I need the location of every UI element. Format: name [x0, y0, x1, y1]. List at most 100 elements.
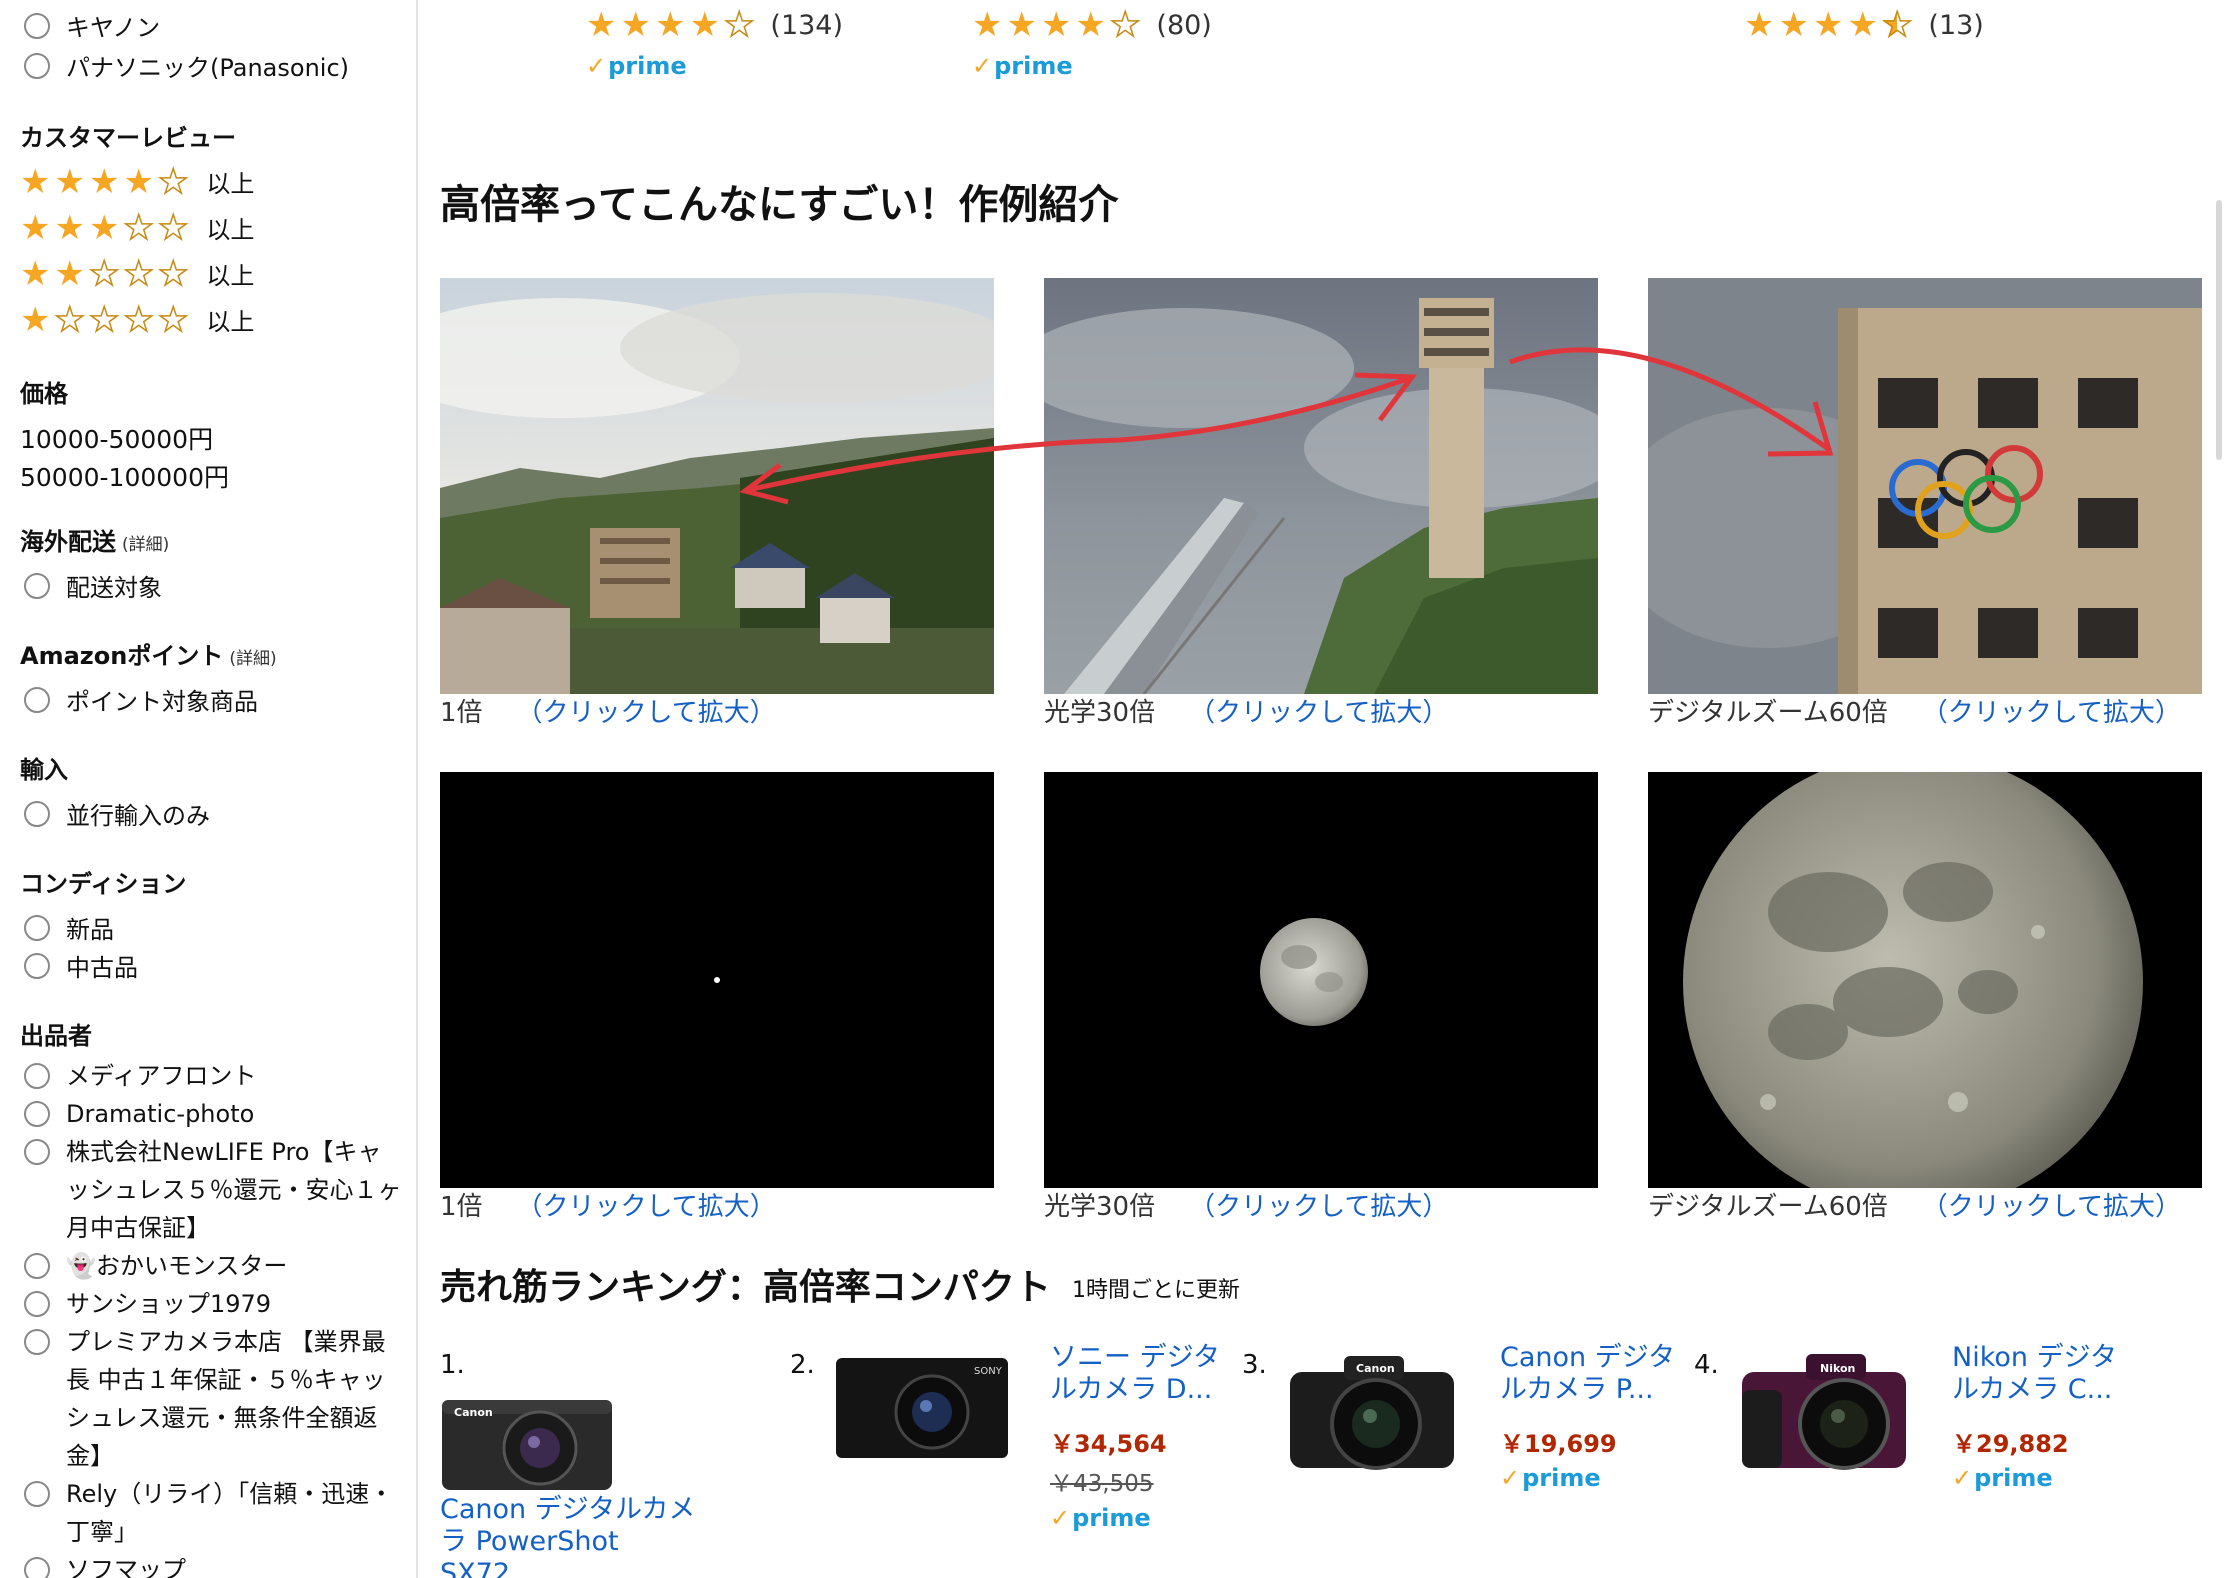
filter-condition-used[interactable]: 中古品: [24, 948, 138, 983]
product-rating[interactable]: ★ ★ ★ ★ ★ (134): [586, 5, 843, 45]
product-title-link[interactable]: Nikon デジタルカメラ C...: [1952, 1342, 2132, 1406]
filter-seller[interactable]: メディアフロント: [24, 1057, 404, 1095]
product-rating[interactable]: ★ ★ ★ ★ ★ (80): [972, 7, 1212, 43]
star-rating-icon: ★ ★ ★ ★ ★: [20, 207, 189, 248]
checkbox-icon[interactable]: [24, 800, 50, 827]
zoom-arrow-overlay: [739, 347, 1834, 505]
seller-heading: 出品者: [20, 1022, 92, 1050]
product-thumbnail[interactable]: SONY: [834, 1354, 1010, 1462]
product-price: ￥29,882: [1952, 1430, 2069, 1458]
prime-badge: ✓prime: [1500, 1464, 1601, 1492]
rating-filter-2[interactable]: ★ ★ ★ ★ ★ 以上: [20, 256, 255, 292]
check-icon: ✓: [1050, 1504, 1071, 1532]
filter-seller[interactable]: 👻おかいモンスター: [24, 1247, 404, 1285]
star-rating-icon: ★ ★ ★ ★ ★: [586, 5, 755, 45]
heading-text: 海外配送: [20, 528, 116, 556]
filter-seller[interactable]: Rely（リライ）「信頼・迅速・丁寧」: [24, 1475, 404, 1551]
example-photo-60x-moon[interactable]: [1648, 772, 2202, 1188]
checkbox-icon[interactable]: [24, 1481, 50, 1507]
product-title-link[interactable]: Canon デジタルカメラ P...: [1500, 1342, 1680, 1406]
filter-label: 👻おかいモンスター: [66, 1252, 288, 1280]
checkbox-icon[interactable]: [24, 1139, 50, 1165]
brand-logo: Canon: [1356, 1362, 1395, 1375]
review-count[interactable]: (13): [1928, 10, 1983, 41]
checkbox-icon[interactable]: [24, 914, 50, 941]
detail-link[interactable]: (詳細): [122, 535, 169, 555]
filter-condition-new[interactable]: 新品: [24, 910, 114, 945]
enlarge-link[interactable]: （クリックして拡大）: [1922, 698, 2181, 728]
checkbox-icon[interactable]: [24, 1329, 50, 1355]
page-scrollbar[interactable]: [2216, 200, 2222, 460]
rating-label: 以上: [206, 308, 255, 336]
brand-logo: Nikon: [1820, 1362, 1855, 1375]
enlarge-link[interactable]: （クリックして拡大）: [517, 698, 776, 728]
review-count[interactable]: (134): [770, 10, 843, 41]
detail-link[interactable]: (詳細): [229, 649, 276, 669]
product-title-link[interactable]: ソニー デジタルカメラ D...: [1050, 1342, 1230, 1406]
prime-text: prime: [608, 52, 687, 80]
product-thumbnail[interactable]: Nikon: [1736, 1350, 1912, 1474]
checkbox-icon[interactable]: [24, 1101, 50, 1127]
filter-label: パナソニック(Panasonic): [66, 54, 350, 82]
filter-label: メディアフロント: [66, 1062, 257, 1090]
example-photo-1x-moon[interactable]: [440, 772, 994, 1188]
filter-points[interactable]: ポイント対象商品: [24, 682, 258, 717]
product-price: ￥19,699: [1500, 1430, 1617, 1458]
checkbox-icon[interactable]: [24, 12, 50, 39]
checkbox-icon[interactable]: [24, 1063, 50, 1089]
filter-label: Rely（リライ）「信頼・迅速・丁寧」: [66, 1480, 394, 1546]
product-title-link[interactable]: Canon デジタルカメラ PowerShot SX72...: [440, 1494, 710, 1578]
filter-seller[interactable]: ソフマップ: [24, 1551, 404, 1578]
check-icon: ✓: [1500, 1464, 1521, 1492]
enlarge-link[interactable]: （クリックして拡大）: [1189, 1192, 1448, 1222]
enlarge-link[interactable]: （クリックして拡大）: [1189, 698, 1448, 728]
product-thumbnail[interactable]: Canon: [1284, 1350, 1460, 1474]
filter-brand-canon[interactable]: キヤノン: [24, 8, 160, 43]
rank-number: 2.: [790, 1350, 815, 1380]
enlarge-link[interactable]: （クリックして拡大）: [517, 1192, 776, 1222]
price-filter-link[interactable]: 10000-50000円: [20, 420, 213, 456]
price-filter-link[interactable]: 50000-100000円: [20, 458, 229, 494]
checkbox-icon[interactable]: [24, 572, 50, 599]
check-icon: ✓: [586, 52, 607, 80]
moon-small-image: [1044, 772, 1598, 1188]
checkbox-icon[interactable]: [24, 686, 50, 713]
enlarge-link[interactable]: （クリックして拡大）: [1922, 1192, 2181, 1222]
prime-text: prime: [1974, 1464, 2053, 1492]
product-rating[interactable]: ★ ★ ★ ★ ★ (13): [1744, 7, 1984, 43]
filter-label: ソフマップ: [66, 1556, 186, 1578]
review-heading: カスタマーレビュー: [20, 124, 236, 152]
checkbox-icon[interactable]: [24, 1291, 50, 1317]
checkbox-icon[interactable]: [24, 1253, 50, 1279]
checkbox-icon[interactable]: [24, 952, 50, 979]
caption-label: 1倍: [440, 698, 483, 728]
prime-text: prime: [994, 52, 1073, 80]
review-count[interactable]: (80): [1156, 10, 1211, 41]
rating-filter-3[interactable]: ★ ★ ★ ★ ★ 以上: [20, 207, 254, 248]
product-thumbnail[interactable]: Canon: [440, 1390, 616, 1494]
camera-image: Canon: [442, 1400, 612, 1490]
filter-overseas[interactable]: 配送対象: [24, 568, 162, 603]
prime-badge: ✓prime: [1952, 1464, 2053, 1492]
prime-badge: ✓prime: [1050, 1504, 1151, 1532]
photo-caption: デジタルズーム60倍 （クリックして拡大）: [1648, 692, 2181, 729]
moon-large-image: [1648, 772, 2202, 1188]
filter-seller[interactable]: プレミアカメラ本店 【業界最長 中古１年保証・５％キャッシュレス還元・無条件全額…: [24, 1323, 404, 1475]
filter-brand-panasonic[interactable]: パナソニック(Panasonic): [24, 48, 349, 83]
checkbox-icon[interactable]: [24, 52, 50, 79]
filter-seller[interactable]: Dramatic-photo: [24, 1095, 404, 1133]
filter-seller[interactable]: サンショップ1979: [24, 1285, 404, 1323]
filter-label: サンショップ1979: [66, 1290, 272, 1318]
product-price: ￥34,564: [1050, 1430, 1167, 1458]
checkbox-icon[interactable]: [24, 1557, 50, 1578]
filter-seller[interactable]: 株式会社NewLIFE Pro【キャッシュレス５％還元・安心１ヶ月中古保証】: [24, 1133, 404, 1247]
rating-filter-1[interactable]: ★ ★ ★ ★ ★ 以上: [20, 302, 255, 338]
rating-filter-4[interactable]: ★ ★ ★ ★ ★ 以上: [20, 164, 254, 200]
caption-label: デジタルズーム60倍: [1648, 1192, 1888, 1222]
ranking-update-note: 1時間ごとに更新: [1072, 1278, 1240, 1303]
filter-label: 新品: [66, 916, 114, 944]
rating-label: 以上: [206, 262, 255, 290]
example-photo-30x-moon[interactable]: [1044, 772, 1598, 1188]
product-list-price: ￥43,505: [1050, 1471, 1154, 1497]
filter-import[interactable]: 並行輸入のみ: [24, 796, 210, 831]
